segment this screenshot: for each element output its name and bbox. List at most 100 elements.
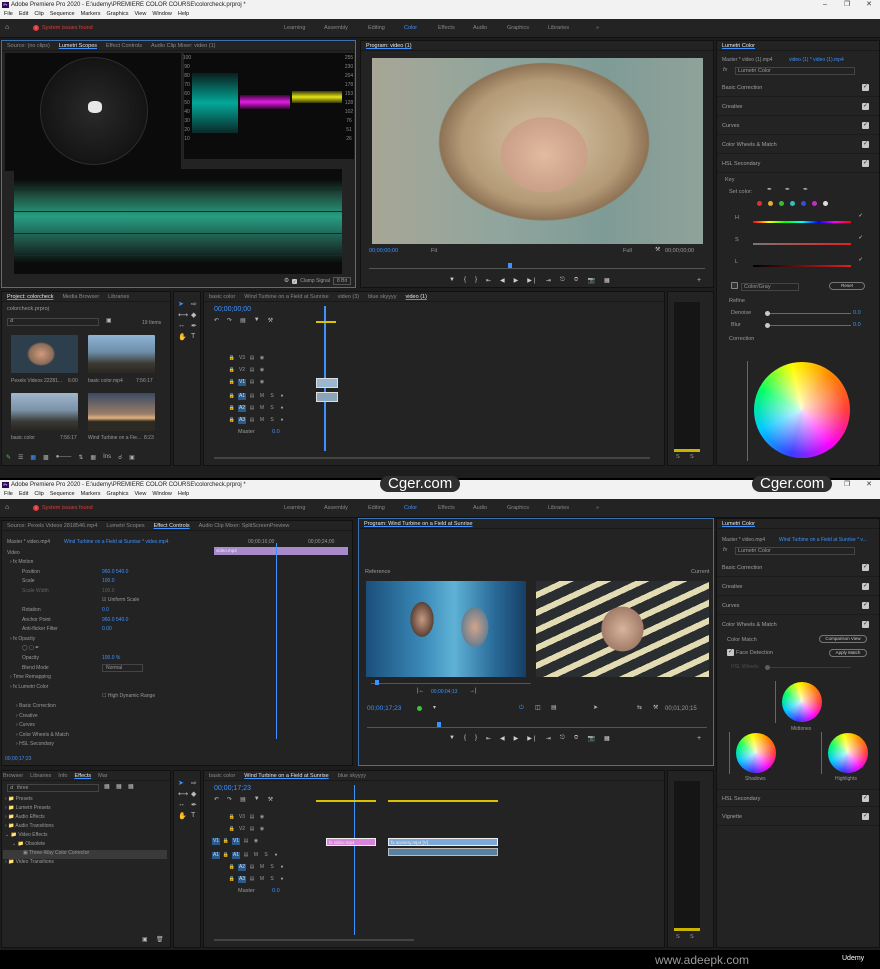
selection-tool-icon[interactable]: ➤ (178, 779, 188, 787)
ec-target-clip[interactable]: Wind Turbine on a Field at Sunrise * vid… (64, 539, 169, 545)
timeline-tab-video-1[interactable]: video (1) (406, 292, 427, 301)
ec-row-curves[interactable]: › Curves (2, 722, 212, 732)
new-bin-icon[interactable]: ▣ (106, 318, 112, 324)
tab-lumetri-scopes[interactable]: Lumetri Scopes (106, 521, 144, 530)
linked-selection-icon[interactable]: ↷ (227, 796, 232, 803)
menu-window[interactable]: Window (152, 10, 172, 19)
export-frame-icon[interactable]: 📷 (588, 735, 595, 742)
add-button-icon[interactable]: + (697, 277, 701, 284)
swatch-cyan[interactable] (790, 201, 795, 206)
marker-icon[interactable]: ▼ (254, 796, 260, 803)
meter-solo-right[interactable]: S (690, 454, 694, 460)
ec-row-lumetri-color[interactable]: › fx Lumetri Color (2, 684, 212, 694)
razor-tool-icon[interactable]: ◆ (191, 311, 200, 319)
go-to-out-icon[interactable]: ⇥ (546, 277, 551, 284)
correction-color-wheel[interactable] (754, 362, 850, 458)
track-select-icon[interactable]: ⇨ (191, 300, 200, 308)
system-issues-warning[interactable]: ! System issues found (33, 25, 93, 31)
new-item-icon[interactable]: ▣ (129, 454, 135, 461)
tab-effect-controls[interactable]: Effect Controls (154, 521, 190, 530)
automate-icon[interactable]: ▦ (90, 454, 96, 461)
section-creative[interactable]: Creative ✓ (717, 578, 879, 596)
curves-checkbox[interactable]: ✓ (862, 602, 869, 609)
lumetri-target-clip[interactable]: Wind Turbine on a Field at Sunrise * v..… (779, 537, 867, 543)
menu-sequence[interactable]: Sequence (50, 10, 75, 19)
timeline-tab-blue-skyyyy[interactable]: blue skyyyy (368, 292, 396, 301)
color-wheels-checkbox[interactable]: ✓ (862, 621, 869, 628)
bin-thumbnail-pexels[interactable] (11, 335, 78, 373)
ec-master-clip[interactable]: Master * video.mp4 (7, 539, 50, 545)
ec-row-uniform-scale[interactable]: ☑ Uniform Scale (2, 597, 212, 607)
swatch-green[interactable] (779, 201, 784, 206)
menu-help[interactable]: Help (178, 10, 189, 19)
workspace-graphics[interactable]: Graphics (507, 505, 529, 511)
section-vignette[interactable]: Vignette ✓ (717, 808, 879, 826)
timeline-video-clip[interactable] (316, 378, 338, 388)
master-track-value[interactable]: 0.0 (272, 888, 280, 894)
workspace-libraries[interactable]: Libraries (548, 25, 569, 31)
marker-icon[interactable]: ▼ (254, 317, 260, 324)
mic-icon[interactable]: ● (278, 393, 286, 400)
workspace-audio[interactable]: Audio (473, 505, 487, 511)
lumetri-target-clip[interactable]: video (1) * video (1).mp4 (789, 57, 844, 63)
effects-item-audio-effects[interactable]: › 📁 Audio Effects (5, 814, 45, 823)
ec-row-opacity-group[interactable]: › fx Opacity (2, 636, 212, 646)
menu-view[interactable]: View (135, 490, 147, 499)
menu-markers[interactable]: Markers (81, 490, 101, 499)
effects-item-presets[interactable]: › 📁 Presets (5, 796, 33, 805)
lumetri-master-clip[interactable]: Master * video.mp4 (722, 537, 765, 543)
timeline-clip-scenery[interactable]: fx scenery.mp4 [V] (388, 838, 498, 846)
comparison-toggle-icon[interactable]: ⏻ (519, 705, 524, 711)
menu-markers[interactable]: Markers (81, 10, 101, 19)
menu-file[interactable]: File (4, 10, 13, 19)
workspace-assembly[interactable]: Assembly (324, 25, 348, 31)
nest-icon[interactable]: ▤ (240, 317, 246, 324)
settings-wrench-icon[interactable]: ⚒ (653, 705, 658, 711)
lift-icon[interactable]: ⎋ (560, 735, 565, 742)
blur-slider[interactable] (765, 323, 851, 328)
menu-help[interactable]: Help (178, 490, 189, 499)
lumetri-instance-select[interactable]: Lumetri Color (735, 67, 855, 75)
delete-icon[interactable]: 🗑 (156, 937, 164, 943)
swatch-yellow[interactable] (768, 201, 773, 206)
current-frame[interactable] (536, 581, 709, 677)
maximize-icon[interactable]: ❐ (836, 480, 858, 490)
find-icon[interactable]: ☌ (118, 454, 122, 461)
eyedropper-add-icon[interactable]: ✒ (785, 187, 790, 193)
lumetri-master-clip[interactable]: Master * video (1).mp4 (722, 57, 773, 63)
creative-checkbox[interactable]: ✓ (862, 103, 869, 110)
hand-tool-icon[interactable]: ✋ (178, 333, 188, 341)
export-frame-icon[interactable]: 📷 (588, 277, 595, 284)
saturation-range-bar[interactable] (753, 243, 851, 245)
eyedropper-remove-icon[interactable]: ✒ (803, 187, 808, 193)
timeline-scrollbar[interactable] (214, 939, 414, 941)
workspace-effects[interactable]: Effects (438, 25, 455, 31)
section-creative[interactable]: Creative ✓ (717, 98, 879, 116)
ec-row-blend-mode[interactable]: Blend Mode Normal (2, 663, 212, 675)
system-issues-warning[interactable]: ! System issues found (33, 505, 93, 511)
selection-tool-icon[interactable]: ➤ (178, 300, 188, 308)
list-view-icon[interactable]: ☰ (18, 454, 23, 461)
basic-correction-checkbox[interactable]: ✓ (862, 84, 869, 91)
lift-icon[interactable]: ⎋ (560, 277, 565, 284)
program-scrubber[interactable] (367, 727, 707, 728)
timeline-tab-wind-turbine[interactable]: Wind Turbine on a Field at Sunrise (244, 771, 328, 780)
more-workspaces-icon[interactable]: » (596, 505, 599, 511)
ec-row-hdr[interactable]: ☐ High Dynamic Range (2, 693, 212, 703)
tab-media-browser[interactable]: Browser (3, 771, 23, 780)
ec-playhead[interactable] (276, 543, 277, 739)
add-marker-icon[interactable]: ▼ (449, 277, 455, 284)
timeline-clip-video[interactable]: fx video.mp4 (326, 838, 376, 846)
timeline-audio-clip[interactable] (316, 392, 338, 402)
tab-audio-clip-mixer[interactable]: Audio Clip Mixer: video (1) (151, 41, 216, 50)
color-gray-checkbox[interactable] (731, 282, 738, 289)
master-track-value[interactable]: 0.0 (272, 429, 280, 435)
go-to-out-icon[interactable]: ⇥ (546, 735, 551, 742)
basic-correction-checkbox[interactable]: ✓ (862, 564, 869, 571)
ec-row-basic-correction[interactable]: › Basic Correction (2, 703, 212, 713)
effects-item-three-way-cc[interactable]: ▣ Three-Way Color Corrector (3, 850, 167, 859)
slip-tool-icon[interactable]: ↔ (178, 801, 188, 809)
work-area-bar-1[interactable] (316, 800, 376, 802)
mic-icon[interactable]: ● (272, 852, 280, 859)
timeline-timecode[interactable]: 00;00;17;23 (214, 785, 251, 792)
